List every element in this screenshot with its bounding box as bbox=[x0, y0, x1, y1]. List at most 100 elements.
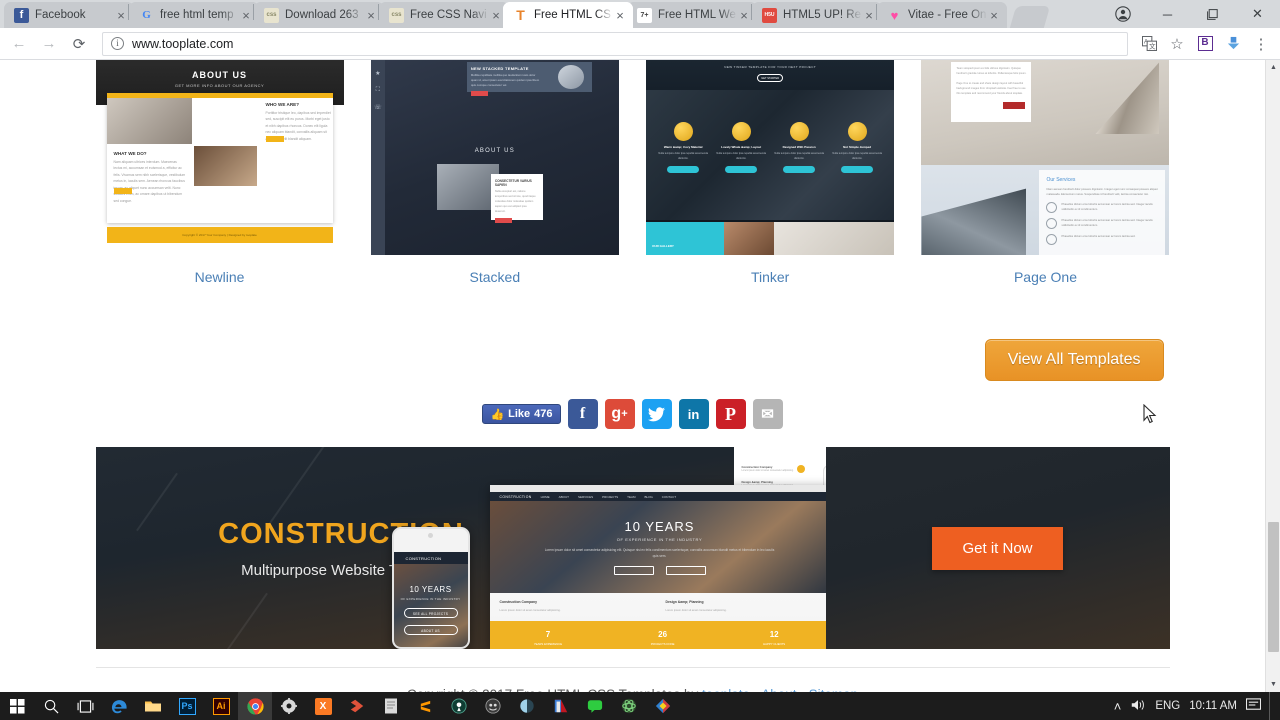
thumb-block1-button[interactable] bbox=[265, 136, 284, 142]
tab-close-icon[interactable]: × bbox=[613, 9, 627, 22]
column-title: Construction Company bbox=[499, 600, 538, 604]
thumb-block2-button[interactable] bbox=[113, 188, 132, 194]
template-thumbnail-stacked[interactable]: ★ ⛶ ☏ NEW STACKED TEMPLATE Mollitia cupi… bbox=[370, 60, 619, 255]
email-share-button[interactable]: ✉ bbox=[752, 399, 783, 429]
volume-icon[interactable] bbox=[1130, 698, 1146, 715]
chat-icon bbox=[1046, 234, 1058, 246]
new-tab-button[interactable] bbox=[1009, 6, 1051, 28]
mockup-hero-buttons bbox=[613, 566, 706, 576]
browser-tab[interactable]: css Free CSS Navi × bbox=[379, 2, 509, 28]
thumb-card-button[interactable] bbox=[1003, 101, 1026, 109]
thumb-card-button[interactable] bbox=[470, 91, 488, 97]
browser-tab[interactable]: H5U HTML5 UP! Re × bbox=[752, 2, 882, 28]
browser-tab[interactable]: 7+ Free HTML We × bbox=[627, 2, 757, 28]
vscode-icon[interactable] bbox=[340, 692, 374, 720]
thumb-feature: Not Simple Jumped Nulla tempore dolor ip… bbox=[831, 122, 883, 173]
task-view-icon[interactable] bbox=[68, 692, 102, 720]
reload-icon[interactable]: ⟳ bbox=[66, 31, 92, 57]
page-info-icon[interactable]: i bbox=[111, 37, 124, 50]
back-icon[interactable]: ← bbox=[6, 31, 32, 57]
template-card[interactable]: ABOUT US GET MORE INFO ABOUT OUR AGENCY … bbox=[95, 60, 344, 285]
paint-icon[interactable] bbox=[646, 692, 680, 720]
tab-close-icon[interactable]: × bbox=[862, 9, 876, 22]
facebook-like-button[interactable]: 👍 Like 476 bbox=[482, 404, 561, 424]
tray-chevron-icon[interactable]: ˄ bbox=[1114, 699, 1122, 714]
browser-tab[interactable]: css Download 263 × bbox=[254, 2, 384, 28]
template-name-pageone[interactable]: Page One bbox=[921, 269, 1169, 285]
notepad-icon[interactable] bbox=[374, 692, 408, 720]
minimize-button[interactable]: ─ bbox=[1145, 0, 1190, 28]
browser-tab[interactable]: f Facebook × bbox=[4, 2, 134, 28]
extension-download-icon[interactable] bbox=[1220, 31, 1246, 57]
template-name-stacked[interactable]: Stacked bbox=[371, 269, 619, 285]
maximize-button[interactable] bbox=[1190, 0, 1235, 28]
template-thumbnail-pageone[interactable]: Team stooped ipsum ex felis ultrices dig… bbox=[921, 60, 1170, 255]
thumb-sub-button[interactable] bbox=[494, 217, 512, 223]
thumb-photo bbox=[436, 164, 499, 210]
start-button[interactable] bbox=[0, 692, 34, 720]
gear-icon[interactable] bbox=[272, 692, 306, 720]
tab-close-icon[interactable]: × bbox=[489, 9, 503, 22]
browser-tab[interactable]: ♥ Vitae - Free On × bbox=[877, 2, 1007, 28]
template-thumbnail-tinker[interactable]: NEW TINKER TEMPLATE FOR YOUR NEXT PROJEC… bbox=[646, 60, 895, 255]
browser-tab[interactable]: G free html temp × bbox=[129, 2, 259, 28]
template-thumbnail-newline[interactable]: ABOUT US GET MORE INFO ABOUT OUR AGENCY … bbox=[95, 60, 344, 255]
tab-close-icon[interactable]: × bbox=[737, 9, 751, 22]
feature-button[interactable] bbox=[783, 165, 816, 173]
tab-close-icon[interactable]: × bbox=[364, 9, 378, 22]
chat-icon[interactable] bbox=[578, 692, 612, 720]
atom-icon[interactable] bbox=[612, 692, 646, 720]
folder-icon[interactable] bbox=[136, 692, 170, 720]
translate-icon[interactable]: A文 bbox=[1136, 31, 1162, 57]
language-indicator[interactable]: ENG bbox=[1155, 700, 1180, 712]
moon-icon[interactable] bbox=[510, 692, 544, 720]
template-card[interactable]: Team stooped ipsum ex felis ultrices dig… bbox=[921, 60, 1170, 285]
scrollbar-thumb[interactable] bbox=[1268, 522, 1279, 652]
chrome-icon[interactable] bbox=[238, 692, 272, 720]
gimp-icon[interactable] bbox=[476, 692, 510, 720]
clock[interactable]: 10:11 AM bbox=[1189, 700, 1237, 713]
show-desktop-button[interactable] bbox=[1269, 692, 1276, 720]
thumb-card-text: Mollitia cupiditate mollitia quo laudant… bbox=[470, 73, 540, 88]
illustrator-icon[interactable]: Ai bbox=[204, 692, 238, 720]
photoshop-icon[interactable]: Ps bbox=[170, 692, 204, 720]
scroll-up-icon[interactable]: ▲ bbox=[1266, 60, 1280, 75]
view-all-templates-button[interactable]: View All Templates bbox=[984, 339, 1164, 381]
search-icon[interactable] bbox=[34, 692, 68, 720]
linkedin-share-button[interactable]: in bbox=[678, 399, 709, 429]
get-it-now-button[interactable]: Get it Now bbox=[932, 526, 1063, 570]
feature-button[interactable] bbox=[841, 165, 874, 173]
template-name-newline[interactable]: Newline bbox=[96, 269, 344, 285]
template-name-tinker[interactable]: Tinker bbox=[646, 269, 894, 285]
feature-button[interactable] bbox=[667, 165, 700, 173]
address-bar[interactable]: i www.tooplate.com bbox=[102, 31, 1128, 56]
bookmark-star-icon[interactable]: ☆ bbox=[1164, 31, 1190, 57]
tab-close-icon[interactable]: × bbox=[239, 9, 253, 22]
user-icon: ★ bbox=[375, 71, 381, 77]
page-scrollbar[interactable]: ▲ ▼ bbox=[1265, 60, 1280, 692]
twitter-share-button[interactable] bbox=[641, 399, 672, 429]
close-button[interactable]: ✕ bbox=[1235, 0, 1280, 28]
pin-icon[interactable] bbox=[442, 692, 476, 720]
scroll-down-icon[interactable]: ▼ bbox=[1266, 677, 1280, 692]
xampp-icon[interactable]: X bbox=[306, 692, 340, 720]
filezilla-icon[interactable] bbox=[544, 692, 578, 720]
template-card[interactable]: ★ ⛶ ☏ NEW STACKED TEMPLATE Mollitia cupi… bbox=[370, 60, 619, 285]
pinterest-share-button[interactable]: P bbox=[715, 399, 746, 429]
extension-b-icon[interactable]: B bbox=[1192, 31, 1218, 57]
forward-icon[interactable]: → bbox=[36, 31, 62, 57]
sublime-icon[interactable] bbox=[408, 692, 442, 720]
facebook-share-button[interactable]: f bbox=[567, 399, 598, 429]
notification-icon[interactable] bbox=[1245, 697, 1262, 715]
tab-close-icon[interactable]: × bbox=[114, 9, 128, 22]
tab-close-icon[interactable]: × bbox=[987, 9, 1001, 22]
chrome-menu-icon[interactable]: ⋮ bbox=[1248, 31, 1274, 57]
construction-banner[interactable]: CONSTRUCTION. Multipurpose Website Templ… bbox=[95, 447, 1170, 649]
template-card[interactable]: NEW TINKER TEMPLATE FOR YOUR NEXT PROJEC… bbox=[646, 60, 895, 285]
thumb-top-button[interactable]: GET STARTED bbox=[757, 74, 784, 82]
feature-button[interactable] bbox=[725, 165, 758, 173]
edge-icon[interactable] bbox=[102, 692, 136, 720]
googleplus-share-button[interactable]: g + bbox=[604, 399, 635, 429]
profile-icon[interactable] bbox=[1100, 0, 1145, 28]
browser-tab-active[interactable]: T Free HTML CS × bbox=[503, 2, 633, 28]
